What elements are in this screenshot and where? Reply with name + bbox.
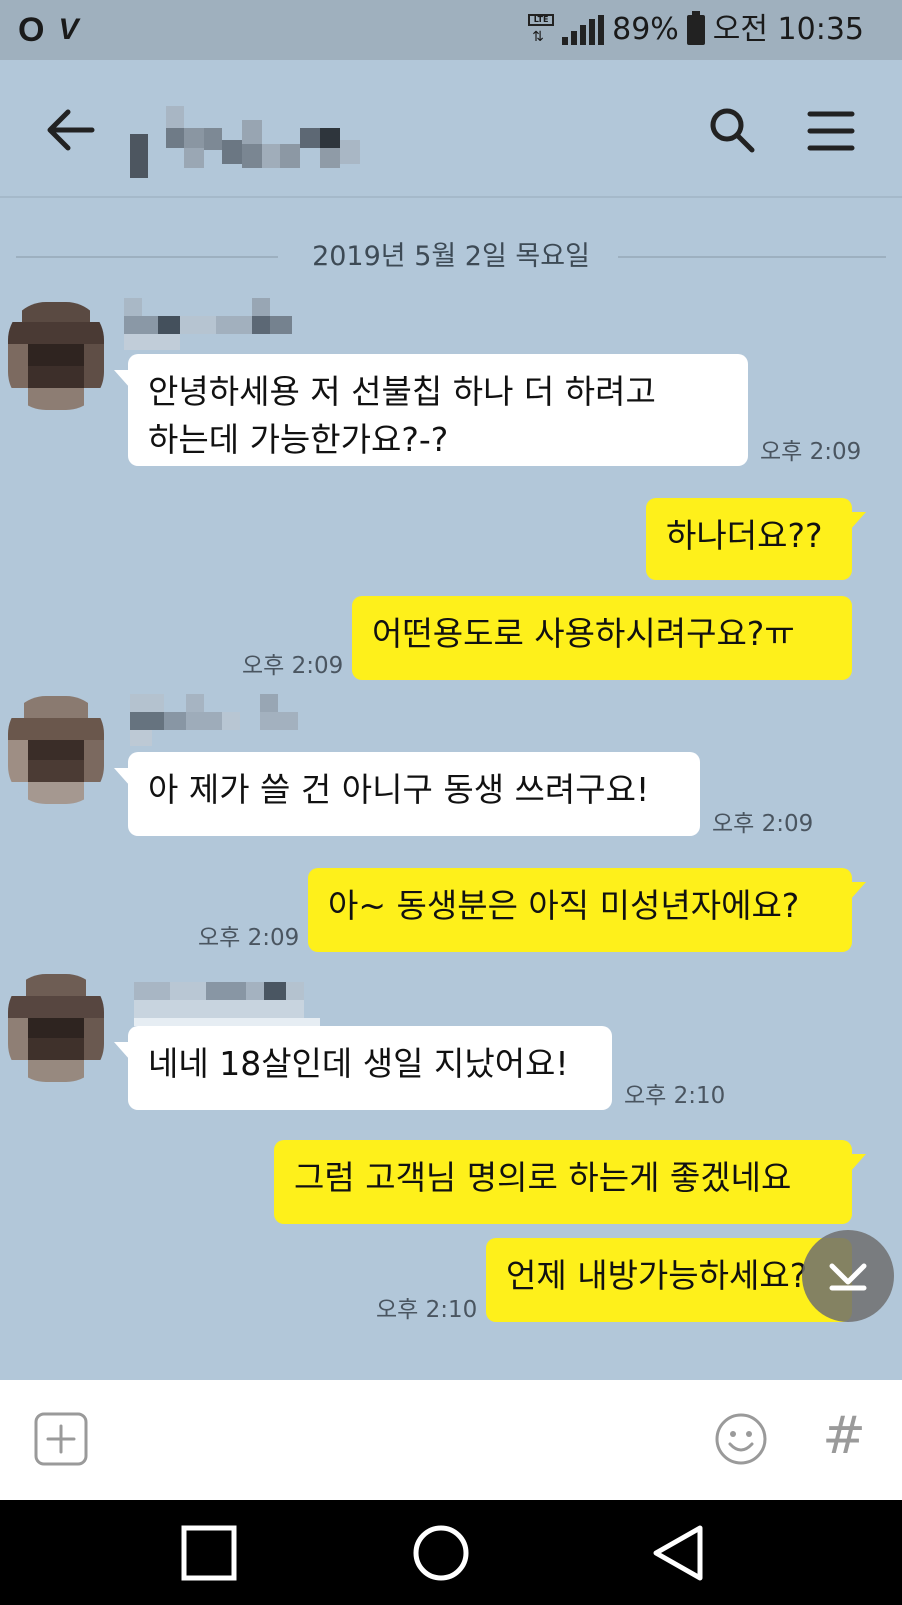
menu-icon[interactable]: [806, 108, 856, 154]
chat-area[interactable]: 2019년 5월 2일 목요일 안녕하세용 저 선불칩 하나 더 하려고 하는데…: [0, 198, 902, 1380]
message-bubble-incoming[interactable]: 아 제가 쓸 건 아니구 동생 쓰려구요!: [114, 752, 700, 836]
message-line: 하나더요??: [666, 516, 823, 555]
message-line: 아 제가 쓸 건 아니구 동생 쓰려구요!: [148, 770, 650, 809]
signal-icon: [562, 15, 605, 45]
back-arrow-icon[interactable]: [42, 102, 98, 158]
message-time: 오후 2:09: [760, 439, 862, 465]
status-left: O V: [18, 12, 78, 48]
message-bubble-outgoing[interactable]: 하나더요??: [646, 498, 866, 580]
message-bubble-outgoing[interactable]: 어떤용도로 사용하시려구요?ㅠ: [352, 596, 852, 680]
message-input-bar[interactable]: #: [0, 1380, 902, 1500]
search-icon[interactable]: [706, 104, 758, 156]
message-bubble-outgoing[interactable]: 그럼 고객님 명의로 하는게 좋겠네요: [274, 1140, 866, 1224]
sender-name-pixelated: [124, 298, 292, 350]
sender-name-pixelated: [130, 694, 298, 746]
message-time: 오후 2:09: [712, 811, 814, 837]
avatar[interactable]: [8, 302, 104, 410]
battery-percent: 89%: [612, 12, 679, 47]
battery-icon: [686, 11, 705, 45]
message-bubble-outgoing[interactable]: 아~ 동생분은 아직 미성년자에요?: [308, 868, 866, 952]
message-line: 네네 18살인데 생일 지났어요!: [148, 1044, 569, 1083]
message-line: 하는데 가능한가요?-?: [148, 420, 449, 459]
date-separator: 2019년 5월 2일 목요일: [16, 241, 886, 272]
status-right: LTE ⇅ 89% 오전 10:35: [528, 11, 864, 48]
message-bubble-incoming[interactable]: 안녕하세용 저 선불칩 하나 더 하려고 하는데 가능한가요?-?: [114, 354, 748, 466]
plus-icon[interactable]: [34, 1412, 88, 1466]
clock: 오전 10:35: [712, 12, 864, 47]
back-icon[interactable]: [648, 1522, 710, 1584]
message-line: 아~ 동생분은 아직 미성년자에요?: [328, 886, 800, 925]
avatar[interactable]: [8, 974, 104, 1082]
message-line: 언제 내방가능하세요?: [506, 1256, 808, 1295]
message-time: 오후 2:10: [376, 1297, 478, 1323]
android-nav-bar: [0, 1500, 902, 1605]
carrier-icon: O: [18, 11, 45, 49]
scroll-to-bottom-button[interactable]: [802, 1230, 894, 1322]
recent-apps-icon[interactable]: [178, 1522, 240, 1584]
date-text: 2019년 5월 2일 목요일: [294, 241, 608, 272]
chat-header: [0, 60, 902, 198]
hash-icon[interactable]: #: [816, 1404, 872, 1468]
message-line: 안녕하세용 저 선불칩 하나 더 하려고: [148, 372, 656, 411]
message-bubble-incoming[interactable]: 네네 18살인데 생일 지났어요!: [114, 1026, 612, 1110]
avatar[interactable]: [8, 696, 104, 804]
emoji-icon[interactable]: [714, 1412, 768, 1466]
message-bubble-outgoing[interactable]: 언제 내방가능하세요?: [486, 1238, 852, 1322]
chat-title-pixelated: [130, 90, 360, 178]
message-line: 그럼 고객님 명의로 하는게 좋겠네요: [294, 1158, 792, 1197]
lte-icon: LTE ⇅: [528, 14, 555, 46]
status-bar: O V LTE ⇅ 89% 오전 10:35: [0, 0, 902, 60]
message-time: 오후 2:09: [242, 653, 344, 679]
vplus-icon: V: [58, 13, 79, 46]
home-icon[interactable]: [410, 1522, 472, 1584]
message-time: 오후 2:09: [198, 925, 300, 951]
message-line: 어떤용도로 사용하시려구요?ㅠ: [372, 614, 795, 653]
message-time: 오후 2:10: [624, 1083, 726, 1109]
